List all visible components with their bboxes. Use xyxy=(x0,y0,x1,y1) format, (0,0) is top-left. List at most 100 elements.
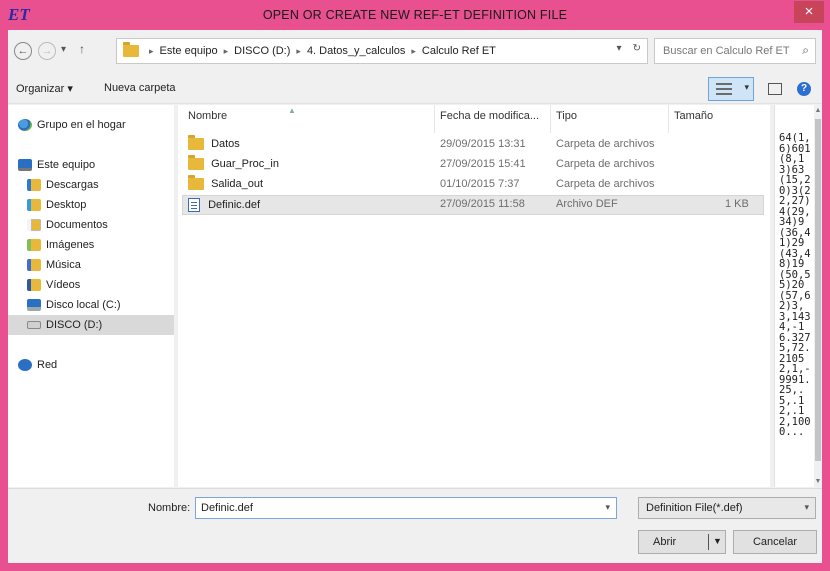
chevron-right-icon[interactable]: ▸ xyxy=(296,46,301,57)
nav-item-music[interactable]: Música xyxy=(8,255,174,275)
nav-item-label: Imágenes xyxy=(46,239,95,251)
nav-item-documents[interactable]: Documentos xyxy=(8,215,174,235)
preview-scrollbar[interactable]: ▲ ▼ xyxy=(814,105,822,487)
nav-item-label: Disco local (C:) xyxy=(46,299,121,311)
file-name-cell: Salida_out xyxy=(188,175,264,191)
organize-button[interactable]: Organizar ▾ xyxy=(16,82,73,95)
column-header-size[interactable]: Tamaño xyxy=(674,110,713,122)
file-type: Archivo DEF xyxy=(556,198,618,210)
file-type: Carpeta de archivos xyxy=(556,138,655,150)
file-name-field[interactable]: Definic.def ▾ xyxy=(195,497,617,519)
address-row: ← → ▾ ↑ ▸ Este equipo ▸ DISCO (D:) ▸ 4. … xyxy=(8,30,822,74)
file-row[interactable]: Datos 29/09/2015 13:31 Carpeta de archiv… xyxy=(178,135,770,155)
nav-item-this-pc[interactable]: Este equipo xyxy=(8,155,174,175)
file-type: Carpeta de archivos xyxy=(556,178,655,190)
file-name-label: Nombre: xyxy=(148,502,191,514)
breadcrumb-item[interactable]: 4. Datos_y_calculos xyxy=(307,45,405,57)
file-size: 1 KB xyxy=(725,198,749,210)
breadcrumb-item[interactable]: Este equipo xyxy=(160,45,218,57)
split-divider xyxy=(708,534,709,550)
nav-item-label: Este equipo xyxy=(37,159,96,171)
new-folder-button[interactable]: Nueva carpeta xyxy=(104,82,176,94)
file-name: Salida_out xyxy=(211,178,264,190)
nav-item-pictures[interactable]: Imágenes xyxy=(8,235,174,255)
nav-item-label: Música xyxy=(46,259,81,271)
nav-item-label: Descargas xyxy=(46,179,99,191)
help-button[interactable]: ? xyxy=(797,82,811,96)
folder-icon xyxy=(123,42,139,57)
column-header-type[interactable]: Tipo xyxy=(556,110,577,122)
downloads-folder-icon xyxy=(27,179,41,191)
file-row[interactable]: Guar_Proc_in 27/09/2015 15:41 Carpeta de… xyxy=(178,155,770,175)
nav-item-local-disk-c[interactable]: Disco local (C:) xyxy=(8,295,174,315)
drive-icon xyxy=(27,321,41,329)
address-bar[interactable]: ▸ Este equipo ▸ DISCO (D:) ▸ 4. Datos_y_… xyxy=(116,38,648,64)
file-type: Carpeta de archivos xyxy=(556,158,655,170)
dialog-window: ET OPEN OR CREATE NEW REF-ET DEFINITION … xyxy=(0,0,830,571)
file-row[interactable]: Salida_out 01/10/2015 7:37 Carpeta de ar… xyxy=(178,175,770,195)
file-date: 27/09/2015 15:41 xyxy=(440,158,526,170)
column-header-name[interactable]: Nombre xyxy=(188,110,227,122)
preview-content: 64(1,6)601(8,13)63(15,20)3(22,27)4(29,34… xyxy=(779,132,811,438)
address-dropdown-icon[interactable]: ▾ xyxy=(616,43,621,54)
view-options-button[interactable]: ▾ xyxy=(708,77,754,101)
nav-item-homegroup[interactable]: Grupo en el hogar xyxy=(8,115,174,135)
search-placeholder: Buscar en Calculo Ref ET xyxy=(663,45,790,57)
column-divider[interactable] xyxy=(550,105,551,133)
nav-item-videos[interactable]: Vídeos xyxy=(8,275,174,295)
chevron-down-icon: ▾ xyxy=(744,82,749,92)
column-divider[interactable] xyxy=(434,105,435,133)
chevron-down-icon[interactable]: ▾ xyxy=(605,502,610,513)
chevron-down-icon: ▾ xyxy=(804,502,809,512)
dialog-client-area: ← → ▾ ↑ ▸ Este equipo ▸ DISCO (D:) ▸ 4. … xyxy=(8,30,822,563)
up-button[interactable]: ↑ xyxy=(79,42,85,56)
recent-locations-chevron-icon[interactable]: ▾ xyxy=(61,44,66,55)
file-type-filter[interactable]: Definition File(*.def) ▾ xyxy=(638,497,816,519)
videos-folder-icon xyxy=(27,279,41,291)
nav-item-label: Vídeos xyxy=(46,279,81,291)
toolbar: Organizar ▾ Nueva carpeta ▾ ? xyxy=(8,74,822,104)
nav-item-downloads[interactable]: Descargas xyxy=(8,175,174,195)
cancel-button[interactable]: Cancelar xyxy=(733,530,817,554)
chevron-right-icon[interactable]: ▸ xyxy=(149,46,154,57)
window-title: OPEN OR CREATE NEW REF-ET DEFINITION FIL… xyxy=(262,8,568,22)
open-button-label: Abrir xyxy=(653,536,677,548)
file-row-selected[interactable]: Definic.def 27/09/2015 11:58 Archivo DEF… xyxy=(182,195,764,215)
back-button[interactable]: ← xyxy=(14,42,32,60)
nav-item-label: Red xyxy=(37,359,58,371)
column-header-date[interactable]: Fecha de modifica... xyxy=(440,110,539,122)
breadcrumb-item[interactable]: DISCO (D:) xyxy=(234,45,290,57)
chevron-right-icon[interactable]: ▸ xyxy=(411,46,416,57)
scroll-down-icon[interactable]: ▼ xyxy=(814,478,822,485)
chevron-right-icon[interactable]: ▸ xyxy=(224,46,229,57)
scroll-up-icon[interactable]: ▲ xyxy=(814,107,822,114)
file-date: 27/09/2015 11:58 xyxy=(440,198,525,210)
nav-item-disco-d[interactable]: DISCO (D:) xyxy=(8,315,174,335)
local-disk-icon xyxy=(27,299,41,311)
details-view-icon xyxy=(716,83,732,95)
nav-item-desktop[interactable]: Desktop xyxy=(8,195,174,215)
address-actions: ▾ ↻ xyxy=(616,43,641,54)
music-folder-icon xyxy=(27,259,41,271)
close-button[interactable]: × xyxy=(794,1,824,23)
documents-folder-icon xyxy=(27,219,41,231)
column-divider[interactable] xyxy=(668,105,669,133)
scroll-thumb[interactable] xyxy=(815,119,821,461)
refresh-button[interactable]: ↻ xyxy=(633,43,641,54)
folder-icon xyxy=(188,155,204,171)
file-name-cell: Datos xyxy=(188,135,240,151)
nav-item-network[interactable]: Red xyxy=(8,355,174,375)
open-options-chevron-icon[interactable]: ▼ xyxy=(713,536,722,546)
search-icon[interactable]: ⌕ xyxy=(802,43,809,58)
nav-item-label: Documentos xyxy=(46,219,108,231)
search-input[interactable]: Buscar en Calculo Ref ET ⌕ xyxy=(654,38,816,64)
file-name: Definic.def xyxy=(208,198,261,211)
folder-icon xyxy=(188,175,204,191)
open-button[interactable]: Abrir ▼ xyxy=(638,530,726,554)
file-name: Guar_Proc_in xyxy=(211,158,279,170)
preview-pane-button[interactable] xyxy=(768,83,782,95)
breadcrumb-item[interactable]: Calculo Ref ET xyxy=(422,45,496,57)
homegroup-icon xyxy=(18,119,32,131)
forward-button[interactable]: → xyxy=(38,42,56,60)
sort-ascending-icon: ▲ xyxy=(288,106,296,115)
